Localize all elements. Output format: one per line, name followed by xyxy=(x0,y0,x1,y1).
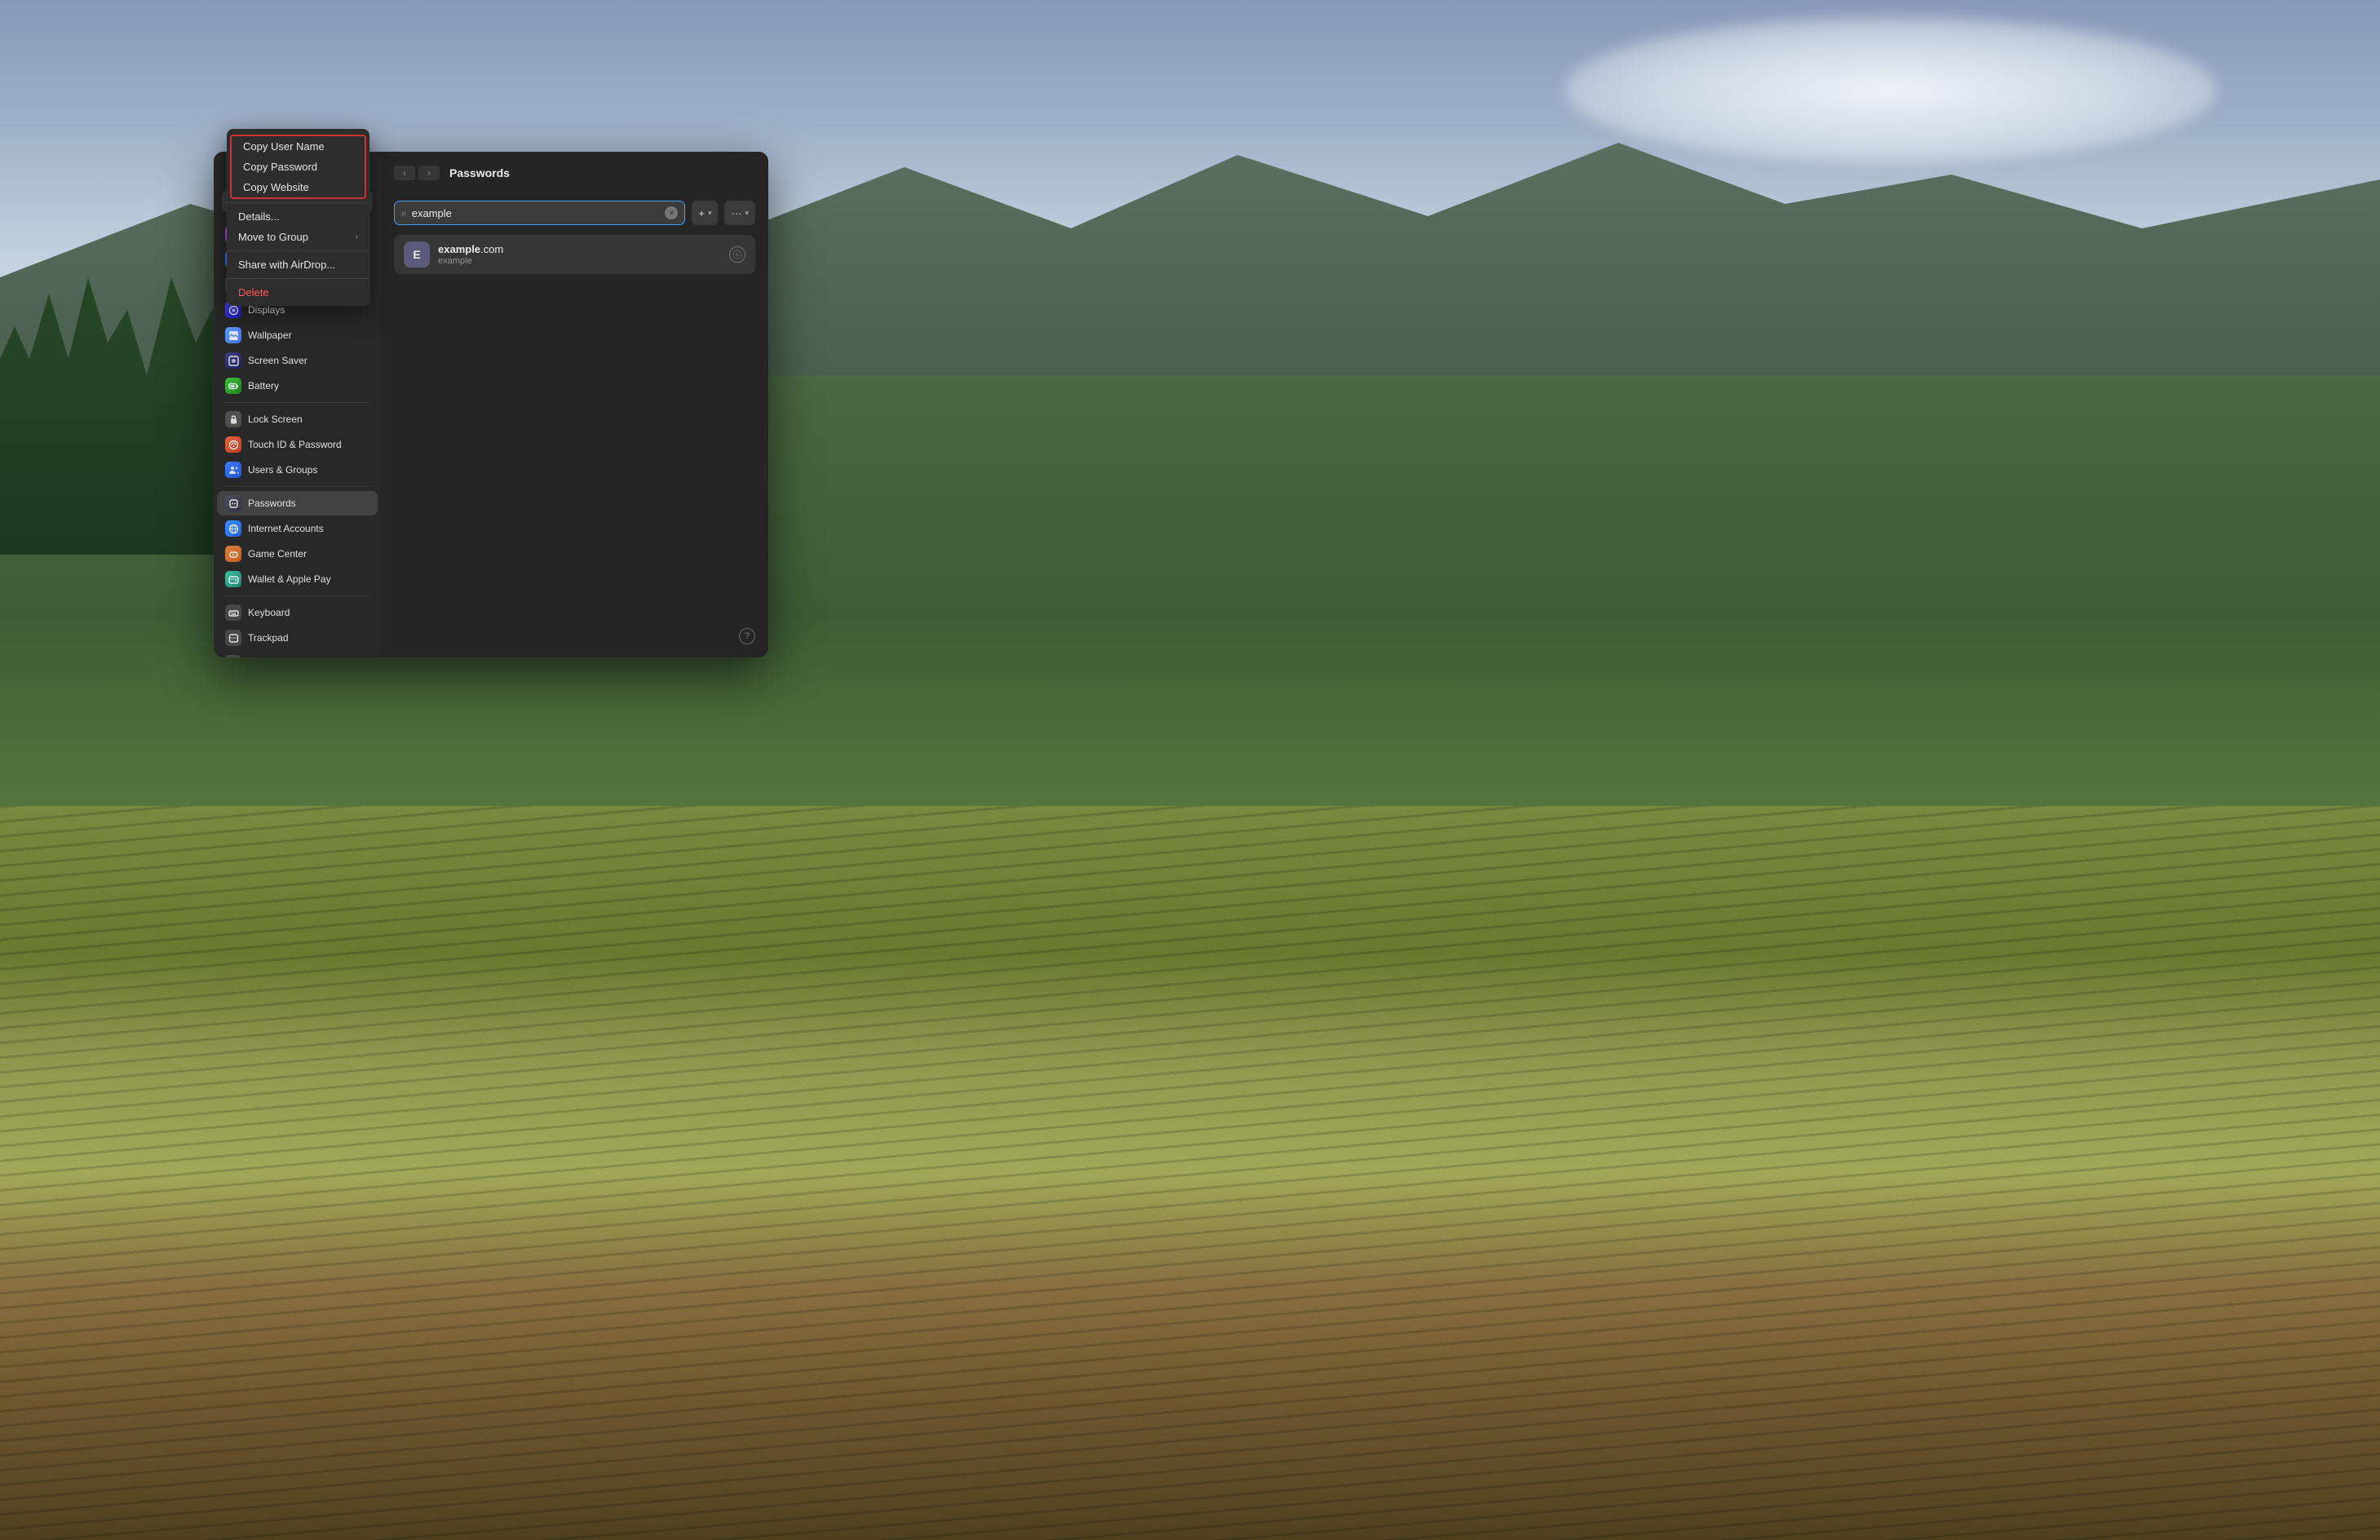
context-menu-item-details[interactable]: Details... xyxy=(227,206,369,227)
search-clear-button[interactable]: ✕ xyxy=(665,206,678,219)
sidebar-item-label: Internet Accounts xyxy=(248,523,324,534)
sidebar-item-label: Keyboard xyxy=(248,607,290,618)
titlebar-nav: ‹ › xyxy=(394,166,440,180)
lock-icon xyxy=(225,411,241,427)
context-menu-item-copy-password[interactable]: Copy Password xyxy=(232,157,365,177)
submenu-arrow-icon: › xyxy=(356,232,358,241)
more-icon: ··· xyxy=(731,207,741,219)
sidebar-item-wallet[interactable]: Wallet & Apple Pay xyxy=(217,567,378,591)
search-area: ⌕ example ✕ + ▾ ··· ▾ xyxy=(381,194,768,235)
sidebar-item-label: Users & Groups xyxy=(248,464,317,476)
forward-icon: › xyxy=(427,169,430,178)
add-chevron-icon: ▾ xyxy=(708,209,712,218)
battery-icon xyxy=(225,378,241,394)
add-icon: + xyxy=(698,207,705,219)
sidebar-item-keyboard[interactable]: Keyboard xyxy=(217,600,378,625)
main-content: ‹ › Passwords ⌕ example ✕ + ▾ ··· ▾ xyxy=(381,152,768,657)
game-center-icon xyxy=(225,546,241,562)
sidebar-item-passwords[interactable]: Passwords xyxy=(217,491,378,516)
entry-domain: example.com xyxy=(438,243,721,255)
sidebar-item-label: Wallet & Apple Pay xyxy=(248,573,331,585)
context-menu-item-move-to-group[interactable]: Move to Group › xyxy=(227,227,369,247)
back-button[interactable]: ‹ xyxy=(394,166,415,180)
sidebar-item-label: Passwords xyxy=(248,498,296,509)
sidebar-item-game-center[interactable]: Game Center xyxy=(217,542,378,566)
search-bar[interactable]: ⌕ example ✕ xyxy=(394,201,685,225)
sidebar-divider-3 xyxy=(222,595,373,596)
printers-icon xyxy=(225,655,241,657)
help-button[interactable]: ? xyxy=(739,628,755,644)
sidebar-divider-1 xyxy=(222,402,373,403)
sidebar-item-label: Lock Screen xyxy=(248,414,303,425)
sidebar-item-trackpad[interactable]: Trackpad xyxy=(217,626,378,650)
sidebar-item-battery[interactable]: Battery xyxy=(217,374,378,398)
context-menu-highlighted-group: Copy User Name Copy Password Copy Websit… xyxy=(230,135,366,199)
sidebar-item-label: Touch ID & Password xyxy=(248,439,342,450)
entry-info-button[interactable]: ⓘ xyxy=(729,246,745,263)
users-icon xyxy=(225,462,241,478)
sidebar-item-label: Game Center xyxy=(248,548,307,560)
sidebar-item-label: Battery xyxy=(248,380,279,392)
sidebar-item-label: Trackpad xyxy=(248,632,289,644)
sidebar-item-wallpaper[interactable]: Wallpaper xyxy=(217,323,378,347)
sidebar-item-screen-saver[interactable]: Screen Saver xyxy=(217,348,378,373)
passwords-icon xyxy=(225,495,241,511)
more-button[interactable]: ··· ▾ xyxy=(724,201,755,225)
entry-avatar-letter: E xyxy=(413,248,420,261)
sidebar-item-label: Displays xyxy=(248,304,285,316)
copy-password-label: Copy Password xyxy=(243,161,317,173)
internet-accounts-icon xyxy=(225,520,241,537)
sidebar-item-printers[interactable]: Printers & Scanners xyxy=(217,651,378,657)
context-menu-item-delete[interactable]: Delete xyxy=(227,282,369,303)
entry-domain-highlight: example xyxy=(438,243,480,255)
entry-avatar: E xyxy=(404,241,430,268)
context-menu-separator-3 xyxy=(227,278,369,279)
password-entry[interactable]: E example.com example ⓘ xyxy=(394,235,755,274)
titlebar: ‹ › Passwords xyxy=(381,152,768,194)
copy-website-label: Copy Website xyxy=(243,181,309,193)
password-list: E example.com example ⓘ xyxy=(381,235,768,274)
trackpad-icon xyxy=(225,630,241,646)
entry-username: example xyxy=(438,256,721,266)
context-menu-item-share-airdrop[interactable]: Share with AirDrop... xyxy=(227,254,369,275)
window-title: Passwords xyxy=(449,166,510,179)
context-menu-separator-2 xyxy=(227,250,369,251)
sidebar-item-users-groups[interactable]: Users & Groups xyxy=(217,458,378,482)
delete-label: Delete xyxy=(238,286,269,299)
sidebar-item-touch-id[interactable]: Touch ID & Password xyxy=(217,432,378,457)
sidebar-divider-2 xyxy=(222,486,373,487)
sidebar-item-label: Screen Saver xyxy=(248,355,307,366)
wallet-icon xyxy=(225,571,241,587)
forward-button[interactable]: › xyxy=(418,166,440,180)
wallpaper-icon xyxy=(225,327,241,343)
bg-clouds xyxy=(1564,16,2217,163)
context-menu: Copy User Name Copy Password Copy Websit… xyxy=(227,129,369,306)
screensaver-icon xyxy=(225,352,241,369)
sidebar-item-label: Wallpaper xyxy=(248,330,292,341)
entry-info: example.com example xyxy=(438,243,721,266)
context-menu-item-copy-website[interactable]: Copy Website xyxy=(232,177,365,197)
move-to-group-label: Move to Group xyxy=(238,231,308,243)
context-menu-item-copy-username[interactable]: Copy User Name xyxy=(232,136,365,157)
add-button[interactable]: + ▾ xyxy=(692,201,718,225)
touchid-icon xyxy=(225,436,241,453)
sidebar-item-lock-screen[interactable]: Lock Screen xyxy=(217,407,378,431)
entry-domain-rest: .com xyxy=(480,243,503,255)
more-chevron-icon: ▾ xyxy=(745,209,749,218)
share-airdrop-label: Share with AirDrop... xyxy=(238,259,335,271)
details-label: Details... xyxy=(238,210,280,223)
search-input-value[interactable]: example xyxy=(412,207,661,219)
keyboard-icon xyxy=(225,604,241,621)
search-icon: ⌕ xyxy=(401,207,407,219)
copy-username-label: Copy User Name xyxy=(243,140,325,153)
sidebar-item-internet-accounts[interactable]: Internet Accounts xyxy=(217,516,378,541)
context-menu-separator-1 xyxy=(227,202,369,203)
back-icon: ‹ xyxy=(403,169,405,178)
bg-vineyard xyxy=(0,806,2380,1540)
